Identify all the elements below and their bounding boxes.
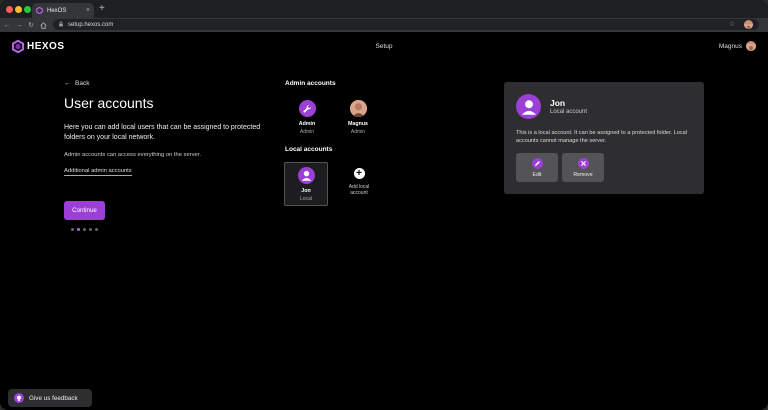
local-accounts-heading: Local accounts <box>285 146 333 153</box>
lightbulb-icon <box>14 393 24 403</box>
forward-nav-icon[interactable]: → <box>14 20 24 30</box>
step-indicator <box>71 228 101 231</box>
browser-toolbar: ← → ↻ setup.hexos.com ☆ <box>0 18 768 32</box>
user-icon <box>516 94 541 119</box>
browser-profile-avatar[interactable] <box>744 20 753 29</box>
wrench-icon <box>298 100 316 117</box>
step-dot <box>89 228 92 231</box>
add-local-account-button[interactable]: + Add local account <box>339 168 379 196</box>
remove-label: Remove <box>573 171 593 178</box>
bookmark-star-icon[interactable]: ☆ <box>729 20 735 28</box>
add-label-line2: account <box>350 190 368 196</box>
arrow-left-icon: ← <box>64 80 71 87</box>
admin-note: Admin accounts can access everything on … <box>64 152 201 158</box>
user-avatar <box>746 41 756 51</box>
step-dot <box>77 228 80 231</box>
browser-window: HexOS × + ← → ↻ setup.hexos.com ☆ HEXOS … <box>0 0 768 410</box>
feedback-label: Give us feedback <box>29 394 78 402</box>
step-dot <box>71 228 74 231</box>
page-header-title: Setup <box>375 43 393 50</box>
admin-account-item[interactable]: Admin Admin <box>287 100 327 135</box>
account-name: Jon <box>301 188 311 194</box>
maximize-window-button[interactable] <box>24 6 31 13</box>
edit-label: Edit <box>532 171 542 178</box>
edit-account-button[interactable]: Edit <box>516 153 558 182</box>
new-tab-icon[interactable]: + <box>99 3 105 15</box>
close-circle-icon <box>577 157 589 169</box>
close-window-button[interactable] <box>6 6 13 13</box>
intro-text: Here you can add local users that can be… <box>64 124 261 141</box>
account-role: Local <box>300 196 312 202</box>
step-dot <box>83 228 86 231</box>
page-title: User accounts <box>64 95 154 111</box>
add-local-account-label: Add local account <box>349 184 370 196</box>
user-icon <box>297 167 315 184</box>
hexos-favicon-icon <box>36 7 43 14</box>
account-role: Admin <box>350 129 366 135</box>
additional-admin-accounts-link[interactable]: Additional admin accounts <box>64 168 132 176</box>
feedback-button[interactable]: Give us feedback <box>8 389 92 407</box>
admin-accounts-heading: Admin accounts <box>285 80 336 87</box>
site-info-icon[interactable] <box>58 20 64 29</box>
user-name: Magnus <box>718 42 742 50</box>
admin-account-item[interactable]: Magnus Admin <box>338 100 378 135</box>
back-label: Back <box>75 80 90 87</box>
address-bar[interactable]: setup.hexos.com ☆ <box>53 19 759 30</box>
account-detail-panel: Jon Local account This is a local accoun… <box>504 82 704 194</box>
user-menu[interactable]: Magnus <box>719 41 756 51</box>
pencil-icon <box>531 157 543 169</box>
step-dot <box>95 228 98 231</box>
back-nav-icon[interactable]: ← <box>2 20 12 30</box>
remove-account-button[interactable]: Remove <box>562 153 604 182</box>
account-name: Admin <box>298 121 316 127</box>
browser-tab[interactable]: HexOS × <box>32 3 94 18</box>
tab-close-icon[interactable]: × <box>86 7 90 14</box>
local-account-item: Jon Local <box>286 167 326 202</box>
tab-title: HexOS <box>47 7 67 14</box>
account-role: Admin <box>299 129 315 135</box>
plus-circle-icon: + <box>353 168 365 179</box>
local-account-item-selected[interactable]: Jon Local <box>284 162 328 206</box>
app-header: HEXOS Setup Magnus <box>0 32 768 62</box>
back-link[interactable]: ← Back <box>64 80 89 87</box>
browser-tab-bar: HexOS × + <box>0 0 768 18</box>
detail-account-name: Jon <box>550 98 566 108</box>
home-icon[interactable] <box>38 20 48 30</box>
account-name: Magnus <box>347 121 368 127</box>
url-text: setup.hexos.com <box>68 21 114 28</box>
detail-account-type: Local account <box>550 109 588 115</box>
reload-icon[interactable]: ↻ <box>26 20 36 30</box>
user-photo-avatar <box>349 100 367 117</box>
minimize-window-button[interactable] <box>15 6 22 13</box>
continue-button[interactable]: Continue <box>64 201 105 220</box>
detail-description: This is a local account. It can be assig… <box>516 130 688 144</box>
